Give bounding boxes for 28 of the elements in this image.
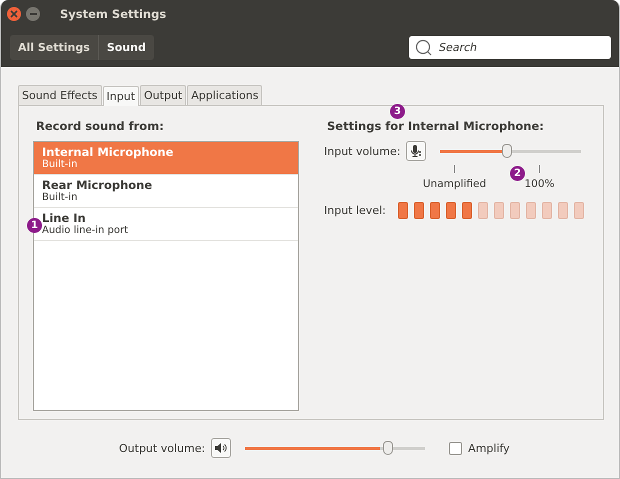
mute-button[interactable] <box>406 141 426 161</box>
section-heading: Settings for Internal Microphone: <box>327 119 545 133</box>
breadcrumb-button[interactable]: All Settings <box>10 34 98 60</box>
tab[interactable]: Sound Effects <box>18 85 102 105</box>
close-icon <box>10 10 18 18</box>
tick-label: Unamplified <box>422 178 486 190</box>
output-volume-label: Output volume: <box>119 442 206 454</box>
amplify-label: Amplify <box>468 442 510 454</box>
amplify-checkbox[interactable] <box>449 442 462 454</box>
breadcrumb-button[interactable]: Sound <box>98 34 154 60</box>
input-volume-label: Input volume: <box>324 144 400 158</box>
tick-label: 100% <box>524 178 555 190</box>
tab[interactable]: Input <box>102 86 140 106</box>
close-button[interactable] <box>7 6 21 20</box>
slider-thumb[interactable] <box>502 144 512 158</box>
search-icon <box>415 38 433 56</box>
tab[interactable]: Output <box>140 85 186 105</box>
slider-thumb[interactable] <box>382 441 393 455</box>
mute-button[interactable] <box>211 438 232 458</box>
minimize-button[interactable] <box>26 6 40 20</box>
microphone-icon <box>410 144 422 158</box>
input-level-label: Input level: <box>324 204 386 217</box>
search-field[interactable]: Search <box>409 36 611 58</box>
section-heading: Record sound from: <box>36 119 165 133</box>
tab[interactable]: Applications <box>187 85 262 105</box>
device-row[interactable]: Rear Microphone Built-in <box>34 175 298 208</box>
speaker-icon <box>214 442 228 454</box>
window-title: System Settings <box>60 6 166 20</box>
